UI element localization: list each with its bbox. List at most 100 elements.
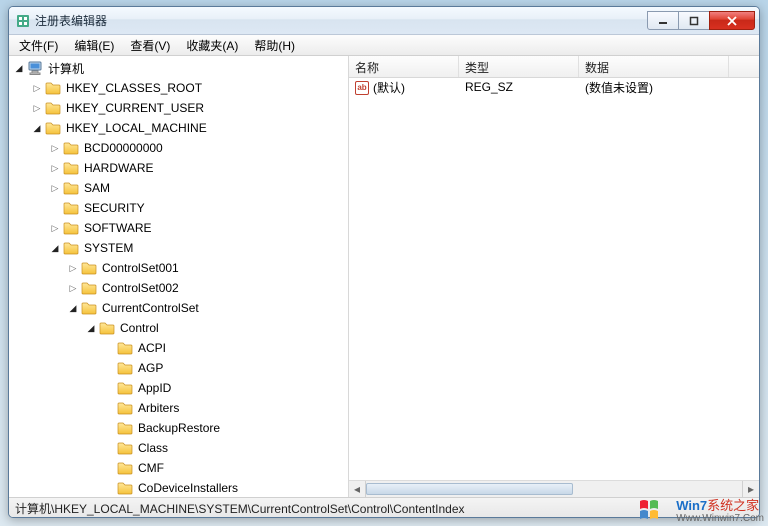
minimize-button[interactable] [647, 11, 679, 30]
tree-node-cmf[interactable]: CMF [9, 458, 348, 478]
folder-icon [45, 80, 61, 96]
folder-icon [117, 440, 133, 456]
tree-node-class[interactable]: Class [9, 438, 348, 458]
expand-icon[interactable]: ▷ [67, 262, 79, 274]
tree-node-hkey_local_machine[interactable]: ◢ HKEY_LOCAL_MACHINE [9, 118, 348, 138]
tree-node-hkey_current_user[interactable]: ▷HKEY_CURRENT_USER [9, 98, 348, 118]
tree-node-label: HKEY_CLASSES_ROOT [64, 80, 204, 96]
menu-view[interactable]: 查看(V) [122, 35, 178, 56]
tree-node-controlset001[interactable]: ▷ControlSet001 [9, 258, 348, 278]
tree-node-label: HKEY_LOCAL_MACHINE [64, 120, 209, 136]
collapse-icon[interactable]: ◢ [31, 122, 43, 134]
menubar: 文件(F) 编辑(E) 查看(V) 收藏夹(A) 帮助(H) [9, 35, 759, 56]
tree-node-label: Arbiters [136, 400, 181, 416]
computer-icon [27, 60, 43, 76]
tree-pane[interactable]: ◢计算机▷HKEY_CLASSES_ROOT▷HKEY_CURRENT_USER… [9, 56, 349, 497]
tree-spacer [103, 382, 115, 394]
tree-node-label: HARDWARE [82, 160, 156, 176]
tree-node-currentcontrolset[interactable]: ◢CurrentControlSet [9, 298, 348, 318]
menu-file[interactable]: 文件(F) [11, 35, 66, 56]
tree-node-hkey_classes_root[interactable]: ▷ HKEY_CLASSES_ROOT [9, 78, 348, 98]
tree-spacer [103, 482, 115, 494]
tree-spacer [103, 422, 115, 434]
tree-spacer [103, 342, 115, 354]
tree-node-system[interactable]: ◢ SYSTEM [9, 238, 348, 258]
tree-node-software[interactable]: ▷SOFTWARE [9, 218, 348, 238]
tree-node-backuprestore[interactable]: BackupRestore [9, 418, 348, 438]
folder-icon [63, 240, 79, 256]
collapse-icon[interactable]: ◢ [67, 302, 79, 314]
close-button[interactable] [709, 11, 755, 30]
folder-icon [63, 160, 79, 176]
value-name: (默认) [373, 81, 405, 95]
tree-spacer [103, 402, 115, 414]
tree-node-hardware[interactable]: ▷ HARDWARE [9, 158, 348, 178]
folder-icon [99, 320, 115, 336]
collapse-icon[interactable]: ◢ [85, 322, 97, 334]
list-body[interactable]: ab (默认) REG_SZ(数值未设置) [349, 78, 759, 480]
folder-icon [117, 460, 133, 476]
registry-editor-window: 注册表编辑器 文件(F) 编辑(E) 查看(V) 收藏夹(A) 帮助(H) ◢ 计… [8, 6, 760, 518]
tree-spacer [103, 442, 115, 454]
tree-node-bcd00000000[interactable]: ▷BCD00000000 [9, 138, 348, 158]
window-title: 注册表编辑器 [35, 12, 648, 29]
list-pane: 名称 类型 数据 ab (默认) REG_SZ(数值未设置) ◂ ▸ [349, 56, 759, 497]
tree-node-label: ACPI [136, 340, 168, 356]
expand-icon[interactable]: ▷ [49, 182, 61, 194]
folder-icon [117, 400, 133, 416]
menu-edit[interactable]: 编辑(E) [66, 35, 122, 56]
titlebar[interactable]: 注册表编辑器 [9, 7, 759, 35]
tree-node-appid[interactable]: AppID [9, 378, 348, 398]
maximize-button[interactable] [678, 11, 710, 30]
value-type: REG_SZ [459, 79, 579, 95]
menu-help[interactable]: 帮助(H) [246, 35, 303, 56]
tree-node-label: AppID [136, 380, 173, 396]
folder-icon [81, 260, 97, 276]
tree-node-security[interactable]: SECURITY [9, 198, 348, 218]
folder-icon [81, 300, 97, 316]
expand-icon[interactable]: ▷ [67, 282, 79, 294]
value-row[interactable]: ab (默认) REG_SZ(数值未设置) [349, 78, 759, 96]
tree-node-arbiters[interactable]: Arbiters [9, 398, 348, 418]
tree-node-label: ControlSet002 [100, 280, 181, 296]
tree-node-sam[interactable]: ▷ SAM [9, 178, 348, 198]
expand-icon[interactable]: ▷ [31, 82, 43, 94]
tree-node-acpi[interactable]: ACPI [9, 338, 348, 358]
column-header-data[interactable]: 数据 [579, 56, 729, 77]
tree-node-agp[interactable]: AGP [9, 358, 348, 378]
tree-node-label: SECURITY [82, 200, 147, 216]
folder-icon [81, 280, 97, 296]
tree-node-controlset002[interactable]: ▷ ControlSet002 [9, 278, 348, 298]
tree-node-control[interactable]: ◢ Control [9, 318, 348, 338]
folder-icon [45, 100, 61, 116]
tree-root-computer[interactable]: ◢ 计算机 [9, 58, 348, 78]
tree-node-label: Control [118, 320, 161, 336]
content-area: ◢计算机▷HKEY_CLASSES_ROOT▷HKEY_CURRENT_USER… [9, 56, 759, 497]
folder-icon [63, 180, 79, 196]
value-data: (数值未设置) [579, 78, 729, 97]
tree-node-label: CMF [136, 460, 166, 476]
expand-icon[interactable]: ▷ [49, 222, 61, 234]
tree-node-label: AGP [136, 360, 165, 376]
tree-node-label: SAM [82, 180, 112, 196]
column-header-name[interactable]: 名称 [349, 56, 459, 77]
string-value-icon: ab [355, 81, 369, 95]
tree-node-codeviceinstallers[interactable]: CoDeviceInstallers [9, 478, 348, 497]
tree-node-label: SYSTEM [82, 240, 135, 256]
horizontal-scrollbar[interactable]: ◂ ▸ [349, 480, 759, 497]
folder-icon [117, 480, 133, 496]
expand-icon[interactable]: ▷ [31, 102, 43, 114]
statusbar: 计算机\HKEY_LOCAL_MACHINE\SYSTEM\CurrentCon… [9, 497, 759, 517]
expand-icon[interactable]: ▷ [49, 142, 61, 154]
folder-icon [45, 120, 61, 136]
collapse-icon[interactable]: ◢ [13, 62, 25, 74]
menu-favorites[interactable]: 收藏夹(A) [178, 35, 246, 56]
collapse-icon[interactable]: ◢ [49, 242, 61, 254]
tree-spacer [103, 362, 115, 374]
folder-icon [117, 360, 133, 376]
tree-node-label: 计算机 [46, 59, 86, 78]
column-header-type[interactable]: 类型 [459, 56, 579, 77]
tree-node-label: Class [136, 440, 170, 456]
expand-icon[interactable]: ▷ [49, 162, 61, 174]
folder-icon [117, 340, 133, 356]
